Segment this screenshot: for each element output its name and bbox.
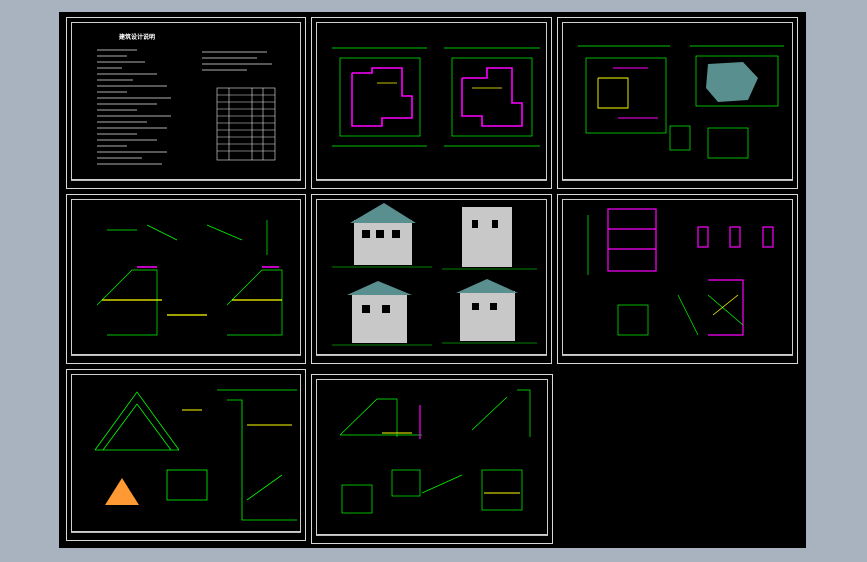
left-roof [456, 279, 518, 293]
front-roof [350, 203, 416, 223]
rear-elevation [352, 293, 407, 343]
sheet-construction-details[interactable] [311, 374, 553, 544]
construction-detail-drawing [339, 389, 531, 514]
roof-fill [706, 62, 758, 102]
stair-section-drawing [96, 220, 283, 336]
left-elevation [460, 291, 515, 341]
floor-plan-drawing [332, 47, 540, 147]
rear-roof [347, 281, 412, 295]
sheet-elevations[interactable] [311, 194, 552, 364]
sheet-roof-plan[interactable] [557, 17, 798, 189]
sheet-roof-section[interactable] [66, 369, 306, 541]
sheet-floor-plans[interactable] [311, 17, 552, 189]
sheet-design-notes[interactable]: 建筑设计说明 [66, 17, 306, 189]
drawing-canvas[interactable]: 建筑设计说明 [59, 12, 806, 548]
roof-truss-detail [105, 478, 139, 505]
elevation-drawing [332, 203, 537, 346]
building-section-drawing [587, 208, 774, 336]
notes-text-lines [97, 49, 276, 165]
side-elevation [462, 207, 512, 267]
front-elevation [354, 220, 412, 265]
sheet-building-sections[interactable] [557, 194, 798, 364]
sheet-stair-sections[interactable] [66, 194, 306, 364]
roof-plan-drawing [578, 45, 784, 159]
roof-section-drawing [94, 389, 297, 521]
